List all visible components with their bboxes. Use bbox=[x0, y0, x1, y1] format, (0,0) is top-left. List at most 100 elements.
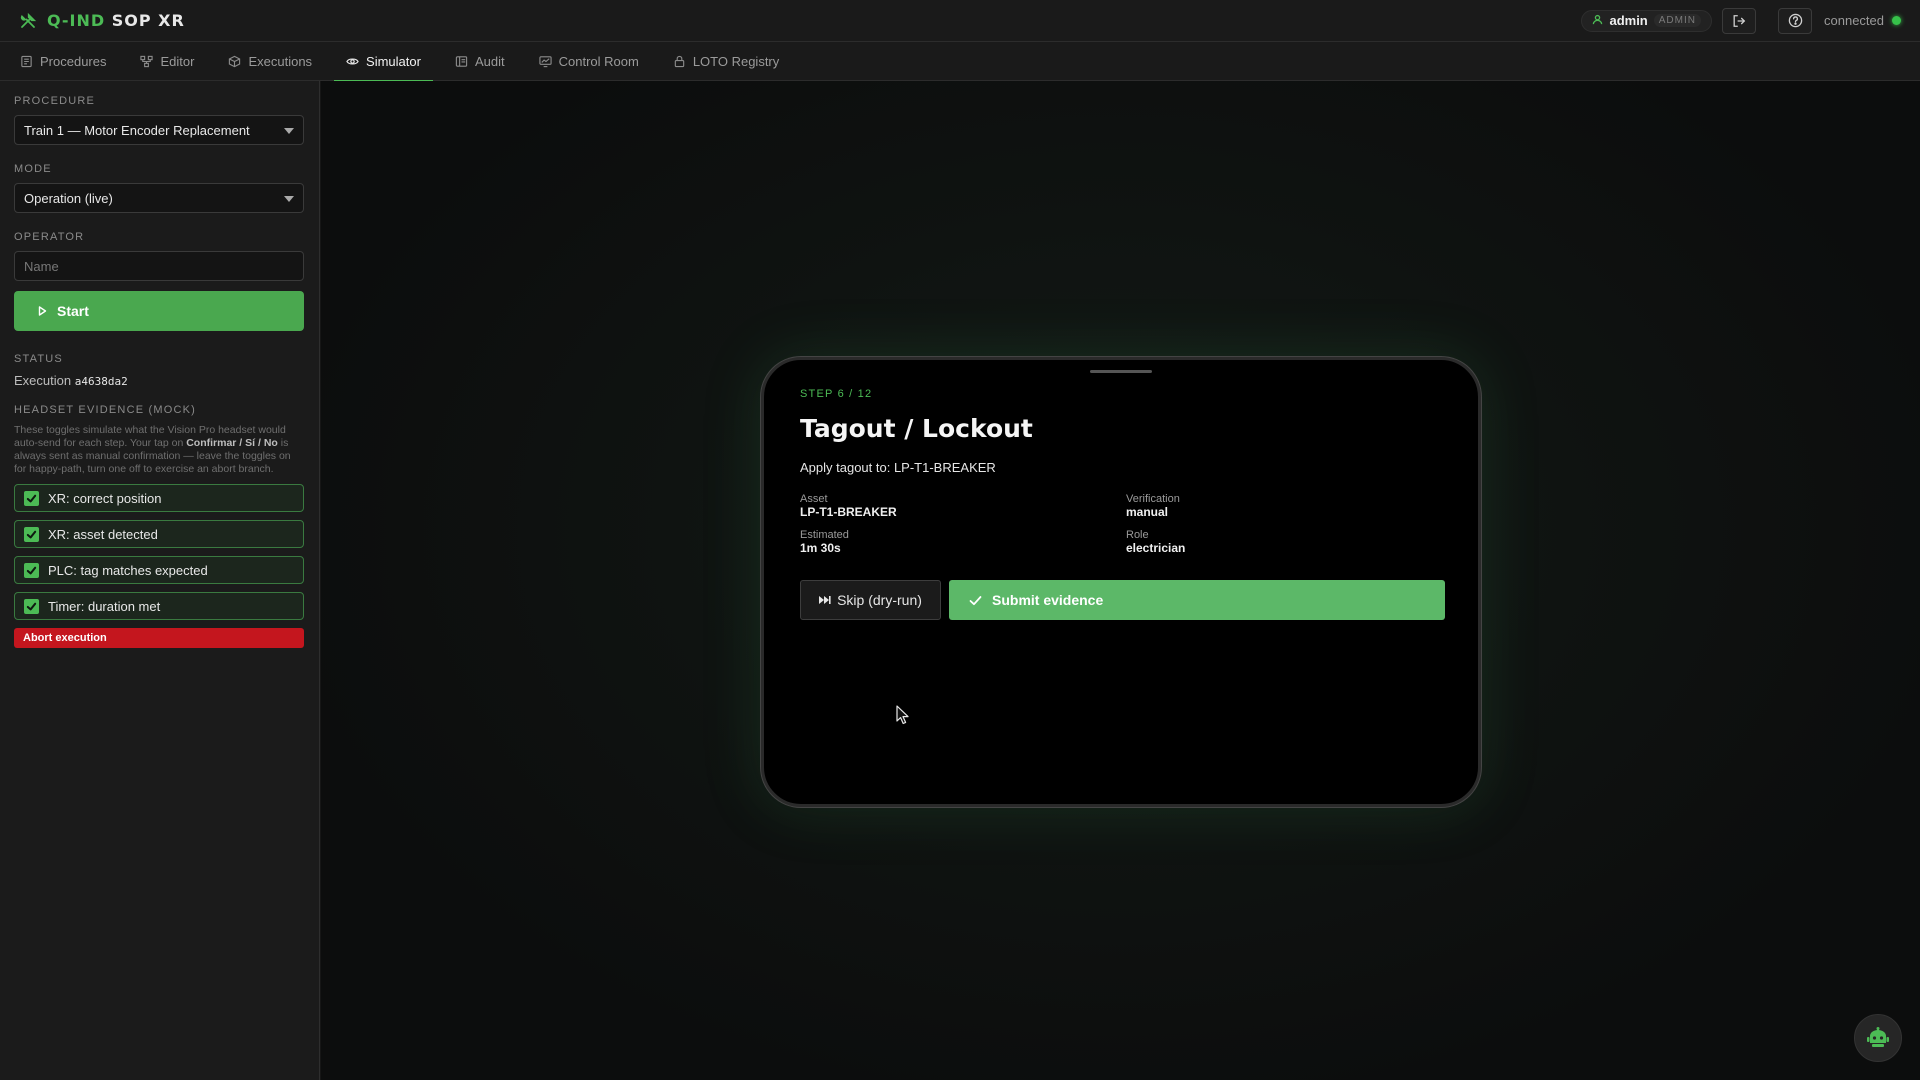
window-grabber[interactable] bbox=[1090, 370, 1152, 373]
brand-secondary: SOP XR bbox=[111, 11, 185, 30]
abort-execution-button[interactable]: Abort execution bbox=[14, 628, 304, 648]
app-root: Q-IND SOP XR admin ADMIN connected Proce… bbox=[0, 0, 1920, 1080]
lock-icon bbox=[674, 55, 685, 68]
tab-label: LOTO Registry bbox=[692, 54, 780, 69]
start-button[interactable]: Start bbox=[14, 291, 304, 331]
logout-icon bbox=[1733, 14, 1746, 27]
chevron-down-icon bbox=[284, 196, 294, 202]
eye-icon bbox=[346, 58, 359, 65]
monitor-icon bbox=[538, 56, 552, 68]
tab-label: Audit bbox=[474, 54, 505, 69]
logout-button[interactable] bbox=[1722, 7, 1756, 34]
role-badge: ADMIN bbox=[1653, 14, 1701, 27]
connection-status: connected bbox=[1824, 13, 1901, 28]
meta-estimated-value: 1m 30s bbox=[800, 541, 841, 555]
toggle-xr-correct-position[interactable]: XR: correct position bbox=[14, 484, 304, 512]
toggle-plc-tag-matches[interactable]: PLC: tag matches expected bbox=[14, 556, 304, 584]
tab-label: Procedures bbox=[40, 54, 107, 69]
tab-loto-registry[interactable]: LOTO Registry bbox=[661, 42, 791, 81]
skip-label: Skip (dry-run) bbox=[837, 592, 922, 608]
simulator-sidebar: PROCEDURE Train 1 — Motor Encoder Replac… bbox=[0, 81, 320, 1080]
tools-icon bbox=[20, 12, 37, 28]
skip-dry-run-button[interactable]: Skip (dry-run) bbox=[800, 580, 941, 620]
meta-role: Role electrician bbox=[1126, 529, 1446, 555]
assistant-bot-button[interactable] bbox=[1854, 1014, 1902, 1062]
meta-verification-value: manual bbox=[1126, 505, 1169, 519]
help-icon bbox=[1788, 13, 1802, 28]
top-header: Q-IND SOP XR admin ADMIN connected bbox=[0, 0, 1920, 42]
step-instruction: Apply tagout to: LP-T1-BREAKER bbox=[800, 460, 996, 475]
step-metadata: Asset LP-T1-BREAKER Verification manual … bbox=[800, 493, 1445, 555]
meta-estimated: Estimated 1m 30s bbox=[800, 529, 1126, 555]
skip-forward-icon bbox=[819, 596, 831, 604]
tab-control-room[interactable]: Control Room bbox=[527, 42, 651, 81]
connection-dot bbox=[1892, 16, 1901, 25]
user-icon bbox=[1592, 14, 1603, 28]
logo: Q-IND SOP XR bbox=[19, 11, 185, 30]
simulator-stage: STEP 6 / 12 Tagout / Lockout Apply tagou… bbox=[321, 81, 1920, 1080]
operator-name-input[interactable] bbox=[14, 251, 304, 281]
tab-executions[interactable]: Executions bbox=[216, 42, 324, 81]
main-nav: Procedures Editor Executions Simulator A… bbox=[0, 42, 1920, 82]
mode-select[interactable]: Operation (live) bbox=[14, 183, 304, 213]
toggle-xr-asset-detected[interactable]: XR: asset detected bbox=[14, 520, 304, 548]
submit-evidence-button[interactable]: Submit evidence bbox=[949, 580, 1445, 620]
help-button[interactable] bbox=[1778, 7, 1812, 34]
toggle-timer-duration-met[interactable]: Timer: duration met bbox=[14, 592, 304, 620]
checkbox-checked-icon[interactable] bbox=[24, 490, 39, 506]
procedure-value: Train 1 — Motor Encoder Replacement bbox=[24, 122, 250, 138]
header-right: admin ADMIN connected bbox=[1581, 7, 1901, 34]
user-name: admin bbox=[1609, 13, 1648, 28]
meta-estimated-label: Estimated bbox=[800, 529, 849, 541]
meta-verification: Verification manual bbox=[1126, 493, 1446, 519]
submit-label: Submit evidence bbox=[992, 592, 1104, 608]
tab-label: Simulator bbox=[366, 54, 421, 69]
operator-label: OPERATOR bbox=[14, 231, 85, 243]
toggle-label: XR: correct position bbox=[48, 490, 162, 506]
connection-label: connected bbox=[1824, 13, 1884, 28]
tab-simulator[interactable]: Simulator bbox=[334, 42, 433, 82]
tab-audit[interactable]: Audit bbox=[443, 42, 517, 81]
execution-id: a4638da2 bbox=[74, 375, 128, 388]
checkbox-checked-icon[interactable] bbox=[24, 562, 39, 578]
tab-editor[interactable]: Editor bbox=[128, 42, 206, 81]
note-bold: Confirmar / Sí / No bbox=[186, 437, 278, 449]
tab-label: Control Room bbox=[558, 54, 639, 69]
meta-role-value: electrician bbox=[1126, 541, 1186, 555]
checkbox-checked-icon[interactable] bbox=[24, 598, 39, 614]
evidence-label: HEADSET EVIDENCE (MOCK) bbox=[14, 404, 197, 416]
robot-icon bbox=[1867, 1027, 1889, 1047]
step-title: Tagout / Lockout bbox=[800, 414, 1033, 443]
status-label: STATUS bbox=[14, 353, 63, 365]
mode-value: Operation (live) bbox=[24, 190, 113, 206]
step-actions: Skip (dry-run) Submit evidence bbox=[800, 580, 1445, 620]
execution-status: Execution a4638da2 bbox=[14, 373, 305, 388]
step-counter: STEP 6 / 12 bbox=[800, 388, 873, 400]
headset-frame: STEP 6 / 12 Tagout / Lockout Apply tagou… bbox=[761, 357, 1481, 807]
user-pill[interactable]: admin ADMIN bbox=[1581, 9, 1712, 32]
ledger-icon bbox=[455, 56, 468, 67]
toggle-label: XR: asset detected bbox=[48, 526, 158, 542]
brand-title: Q-IND SOP XR bbox=[47, 11, 185, 30]
brand-primary: Q-IND bbox=[47, 11, 106, 30]
meta-asset-value: LP-T1-BREAKER bbox=[800, 505, 897, 519]
procedure-label: PROCEDURE bbox=[14, 95, 96, 107]
checkbox-checked-icon[interactable] bbox=[24, 526, 39, 542]
meta-verification-label: Verification bbox=[1126, 493, 1180, 505]
evidence-note: These toggles simulate what the Vision P… bbox=[14, 424, 304, 476]
chevron-down-icon bbox=[284, 128, 294, 134]
meta-asset-label: Asset bbox=[800, 493, 828, 505]
toggle-label: PLC: tag matches expected bbox=[48, 562, 208, 578]
start-label: Start bbox=[57, 303, 89, 319]
tab-label: Executions bbox=[248, 54, 313, 69]
tab-procedures[interactable]: Procedures bbox=[8, 42, 118, 81]
cube-icon bbox=[229, 55, 241, 68]
tab-label: Editor bbox=[160, 54, 195, 69]
execution-prefix: Execution bbox=[14, 373, 72, 388]
graph-icon bbox=[140, 55, 154, 68]
step-card: STEP 6 / 12 Tagout / Lockout Apply tagou… bbox=[800, 388, 1445, 620]
meta-asset: Asset LP-T1-BREAKER bbox=[800, 493, 1126, 519]
meta-role-label: Role bbox=[1126, 529, 1149, 541]
procedure-select[interactable]: Train 1 — Motor Encoder Replacement bbox=[14, 115, 304, 145]
document-icon bbox=[21, 55, 32, 68]
